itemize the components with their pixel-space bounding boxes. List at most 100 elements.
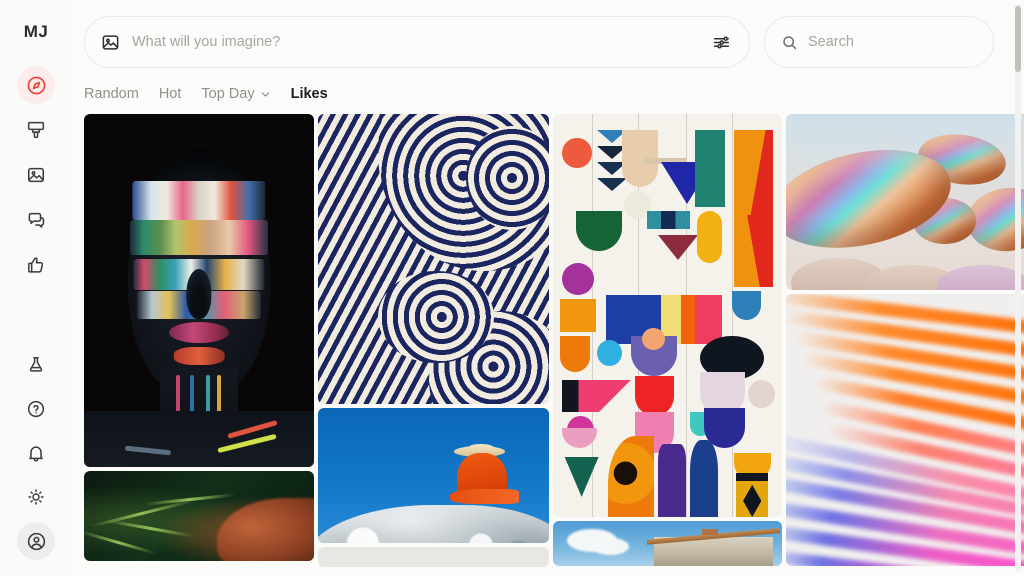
sidebar-item-account[interactable]	[17, 522, 55, 560]
artwork-layer	[132, 181, 266, 220]
gallery-column	[786, 114, 1024, 576]
artwork-layer	[559, 299, 597, 332]
gallery-tile[interactable]	[786, 294, 1024, 566]
artwork-layer	[89, 499, 194, 529]
sidebar-item-notifications[interactable]	[17, 434, 55, 472]
tab-label: Random	[84, 86, 139, 102]
tab-top-day[interactable]: Top Day	[201, 86, 270, 102]
top-bar	[72, 0, 1024, 68]
artwork-layer	[564, 456, 599, 497]
artwork-layer	[84, 410, 314, 467]
artwork-layer	[733, 214, 773, 288]
gallery-tile[interactable]	[318, 547, 549, 567]
gallery-tile[interactable]	[84, 471, 314, 561]
artwork-layer	[173, 346, 225, 365]
artwork-layer	[84, 530, 157, 555]
artwork-layer	[318, 114, 549, 404]
main-content: Random Hot Top Day Likes	[72, 0, 1024, 576]
artwork-layer	[169, 322, 229, 344]
prompt-bar[interactable]	[84, 16, 750, 68]
bell-icon	[26, 443, 46, 463]
sidebar: MJ	[0, 0, 72, 576]
artwork-layer	[658, 444, 686, 517]
artwork-layer	[596, 339, 622, 366]
artwork-layer	[731, 114, 733, 517]
artwork-layer	[694, 295, 723, 344]
prompt-input[interactable]	[132, 34, 696, 50]
artwork-layer	[937, 265, 1024, 290]
artwork-layer	[690, 440, 718, 517]
artwork-layer	[697, 210, 723, 264]
gallery-column	[553, 114, 782, 576]
artwork-layer	[596, 178, 627, 192]
gallery-tile[interactable]	[786, 114, 1024, 290]
artwork-layer	[575, 210, 622, 252]
chevron-down-icon	[260, 89, 271, 100]
artwork-layer	[449, 489, 519, 504]
artwork-layer	[598, 379, 631, 413]
artwork-layer	[736, 472, 769, 481]
search-input[interactable]	[808, 34, 995, 50]
sliders-icon[interactable]	[708, 29, 735, 56]
vertical-scrollbar[interactable]	[1015, 4, 1021, 572]
paintbrush-icon	[26, 120, 46, 140]
artwork-layer	[562, 263, 595, 296]
sidebar-item-explore[interactable]	[17, 66, 55, 104]
artwork-layer	[562, 138, 592, 169]
tab-label: Hot	[158, 86, 182, 102]
flask-icon	[26, 355, 46, 375]
artwork-layer	[658, 234, 699, 260]
tab-random[interactable]: Random	[84, 86, 139, 102]
sidebar-item-chat[interactable]	[17, 201, 55, 239]
artwork-layer	[107, 519, 194, 538]
artwork-layer	[681, 295, 695, 344]
tab-label: Top Day	[201, 86, 255, 102]
thumbs-up-icon	[26, 255, 46, 275]
artwork-layer	[318, 505, 549, 543]
sidebar-item-organize[interactable]	[17, 156, 55, 194]
tab-hot[interactable]: Hot	[159, 86, 182, 102]
image-icon[interactable]	[101, 33, 120, 52]
artwork-layer	[591, 538, 629, 556]
gallery-scroll-area[interactable]	[72, 114, 1024, 576]
scrollbar-thumb[interactable]	[1015, 6, 1021, 72]
sun-icon	[26, 487, 46, 507]
gallery-tile[interactable]	[84, 114, 314, 467]
sidebar-primary-nav	[17, 66, 55, 284]
sidebar-item-labs[interactable]	[17, 346, 55, 384]
gallery-tile[interactable]	[318, 114, 549, 404]
artwork-layer	[186, 269, 212, 319]
artwork-layer	[747, 379, 776, 409]
app-root: MJ What will you imagine? Search Random …	[0, 0, 1024, 576]
gallery-column	[84, 114, 314, 576]
question-circle-icon	[26, 399, 46, 419]
artwork-layer	[731, 291, 762, 320]
gallery-column	[318, 114, 549, 576]
sidebar-item-help[interactable]	[17, 390, 55, 428]
artwork-layer	[217, 498, 314, 561]
gallery-tile[interactable]	[553, 114, 782, 517]
search-bar[interactable]	[764, 16, 995, 68]
artwork-layer	[130, 219, 268, 256]
artwork-layer	[635, 375, 675, 417]
user-circle-icon	[26, 531, 47, 552]
sidebar-item-likes[interactable]	[17, 246, 55, 284]
artwork-layer	[646, 210, 691, 229]
gallery-tile[interactable]	[553, 521, 782, 566]
tab-label: Likes	[290, 86, 328, 102]
sidebar-item-theme[interactable]	[17, 478, 55, 516]
app-logo[interactable]: MJ	[24, 22, 49, 42]
tab-likes[interactable]: Likes	[291, 86, 328, 102]
artwork-layer	[694, 130, 725, 207]
sidebar-item-create[interactable]	[17, 111, 55, 149]
sidebar-secondary-nav	[17, 346, 55, 560]
artwork-layer	[143, 493, 236, 506]
image-grid	[84, 114, 1024, 576]
chat-bubbles-icon	[26, 210, 46, 230]
artwork-layer	[562, 379, 599, 413]
gallery-tile[interactable]	[318, 408, 549, 543]
artwork-layer	[559, 335, 590, 372]
filter-tabs: Random Hot Top Day Likes	[72, 68, 1024, 114]
artwork-layer	[701, 529, 718, 535]
artwork-layer	[607, 436, 654, 517]
